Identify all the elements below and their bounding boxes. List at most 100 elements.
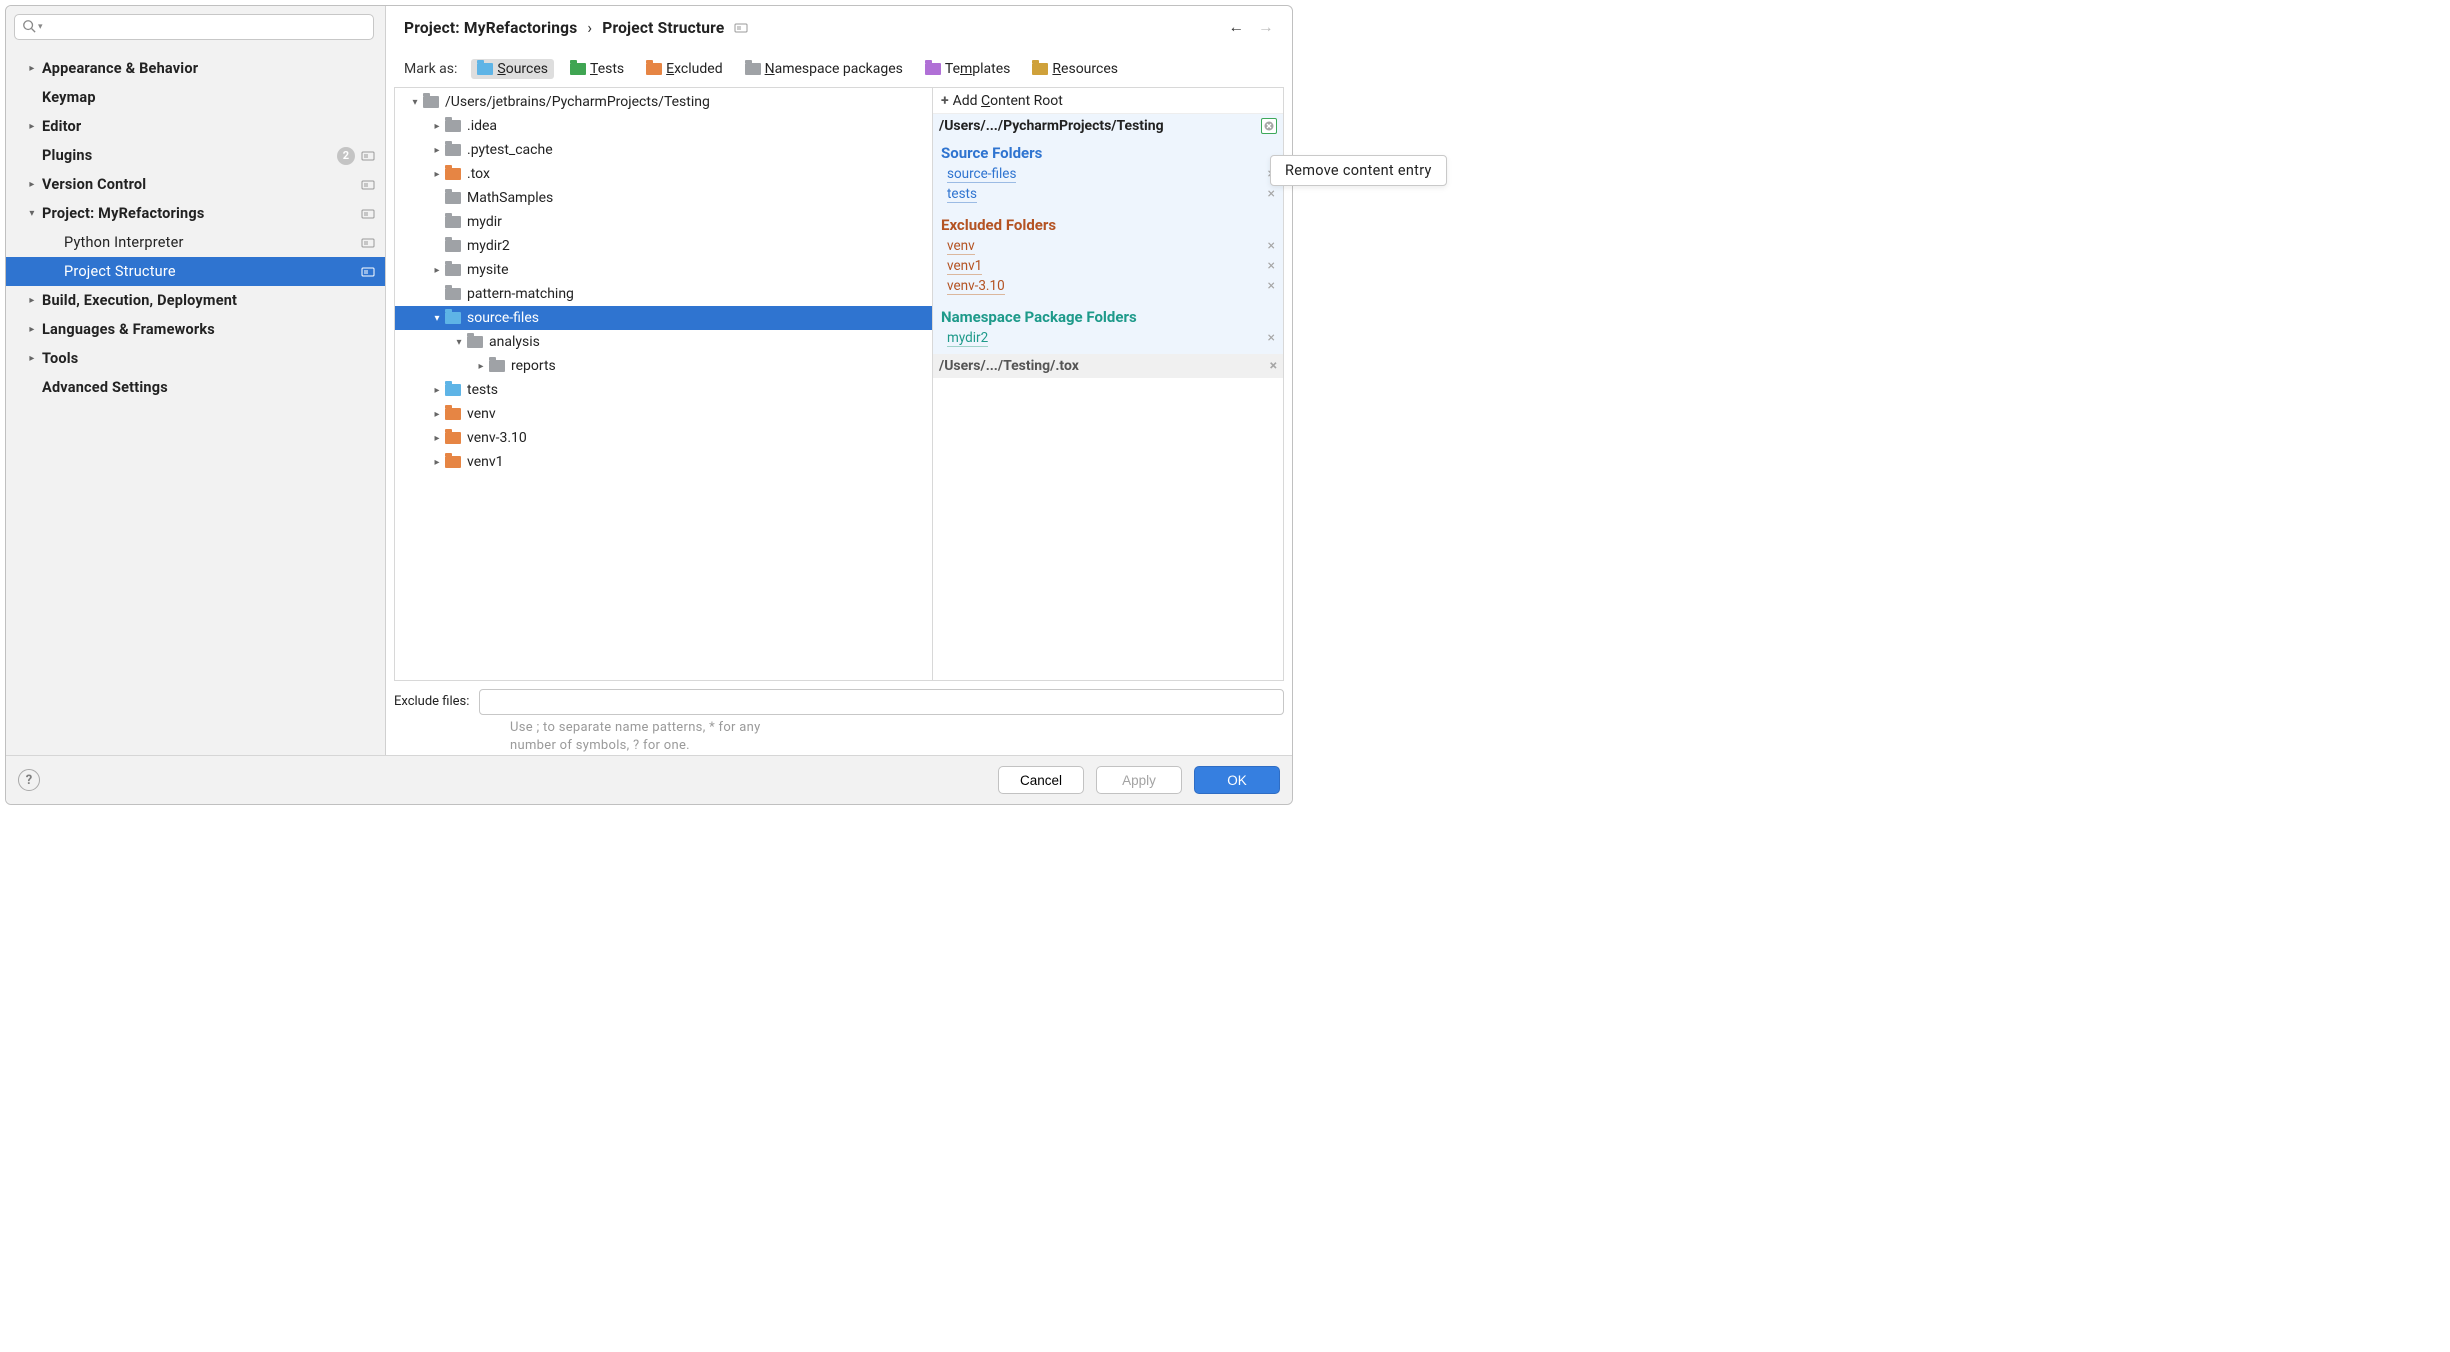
ok-button[interactable]: OK — [1194, 766, 1280, 794]
mark-as-option[interactable]: Tests — [564, 59, 630, 79]
breadcrumb: Project: MyRefactorings › Project Struct… — [386, 6, 1292, 43]
mark-as-option-label: Namespace packages — [765, 61, 903, 77]
mark-as-option[interactable]: Namespace packages — [739, 59, 909, 79]
directory-row[interactable]: ▸venv-3.10 — [395, 426, 932, 450]
remove-content-root-icon[interactable]: × — [1270, 358, 1277, 374]
folders-section-header: Excluded Folders — [933, 212, 1283, 236]
sidebar-item[interactable]: ▾Project: MyRefactorings — [6, 199, 385, 228]
expand-icon[interactable]: ▸ — [429, 409, 445, 420]
settings-dialog: ▾ ▸Appearance & Behavior Keymap ▸EditorPlu… — [5, 5, 1293, 805]
search-input[interactable] — [14, 14, 374, 40]
expand-icon[interactable]: ▸ — [429, 433, 445, 444]
content-root-entry[interactable]: /Users/.../PycharmProjects/Testing — [933, 114, 1283, 138]
remove-content-root-button[interactable] — [1261, 118, 1277, 134]
sidebar-item[interactable]: ▸Editor — [6, 112, 385, 141]
exclude-files-input[interactable] — [479, 689, 1284, 715]
sidebar-item[interactable]: ▸Languages & Frameworks — [6, 315, 385, 344]
expand-icon[interactable]: ▸ — [473, 361, 489, 372]
directory-row[interactable]: ▸ .idea — [395, 114, 932, 138]
sidebar-item[interactable]: ▸Version Control — [6, 170, 385, 199]
directory-row[interactable]: ▸ mysite — [395, 258, 932, 282]
directory-row[interactable]: ▸venv1 — [395, 450, 932, 474]
directory-row[interactable]: mydir — [395, 210, 932, 234]
sidebar-item[interactable]: ▸Build, Execution, Deployment — [6, 286, 385, 315]
sidebar-item[interactable]: Python Interpreter — [6, 228, 385, 257]
remove-folder-icon[interactable]: × — [1268, 186, 1275, 202]
expand-icon[interactable]: ▸ — [429, 385, 445, 396]
expand-icon[interactable]: ▾ — [451, 337, 467, 348]
directory-label: mydir — [467, 214, 502, 230]
folder-entry[interactable]: tests× — [933, 184, 1283, 204]
sidebar-item-label: Project Structure — [64, 263, 361, 280]
folder-icon — [445, 312, 461, 324]
directory-label: mysite — [467, 262, 509, 278]
tooltip: Remove content entry — [1270, 155, 1447, 186]
expand-icon: ▸ — [22, 353, 42, 364]
folder-icon — [445, 216, 461, 228]
expand-icon[interactable]: ▸ — [429, 457, 445, 468]
directory-row[interactable]: mydir2 — [395, 234, 932, 258]
folder-entry[interactable]: venv× — [933, 236, 1283, 256]
directory-row[interactable]: ▾analysis — [395, 330, 932, 354]
expand-icon[interactable]: ▸ — [429, 265, 445, 276]
sidebar-item[interactable]: Advanced Settings — [6, 373, 385, 402]
remove-folder-icon[interactable]: × — [1268, 238, 1275, 254]
directory-label: tests — [467, 382, 498, 398]
mark-as-option[interactable]: Sources — [471, 59, 554, 79]
help-button[interactable]: ? — [18, 769, 40, 791]
mark-as-option[interactable]: Resources — [1026, 59, 1124, 79]
nav-back-icon[interactable]: ← — [1229, 18, 1245, 37]
sidebar-item[interactable]: Keymap — [6, 83, 385, 112]
sidebar-item[interactable]: Project Structure — [6, 257, 385, 286]
sidebar-item-label: Tools — [42, 350, 375, 367]
content-root-path: /Users/.../PycharmProjects/Testing — [939, 118, 1164, 134]
expand-icon[interactable]: ▸ — [429, 145, 445, 156]
folder-entry[interactable]: mydir2× — [933, 328, 1283, 348]
directory-row[interactable]: MathSamples — [395, 186, 932, 210]
add-content-root-label: Add Content Root — [953, 93, 1063, 109]
settings-tree[interactable]: ▸Appearance & Behavior Keymap ▸EditorPlugi… — [6, 48, 385, 755]
directory-row[interactable]: ▸.pytest_cache — [395, 138, 932, 162]
sidebar-item-label: Keymap — [42, 89, 375, 106]
directory-row[interactable]: ▾/Users/jetbrains/PycharmProjects/Testin… — [395, 90, 932, 114]
sidebar-item[interactable]: ▸Tools — [6, 344, 385, 373]
folder-icon — [445, 120, 461, 132]
mark-as-option-label: Excluded — [666, 61, 722, 77]
remove-folder-icon[interactable]: × — [1268, 330, 1275, 346]
expand-icon[interactable]: ▾ — [407, 97, 423, 108]
directory-label: MathSamples — [467, 190, 553, 206]
directory-row[interactable]: ▸reports — [395, 354, 932, 378]
breadcrumb-sep: › — [587, 19, 592, 37]
search-row: ▾ — [6, 6, 385, 48]
directory-tree[interactable]: ▾/Users/jetbrains/PycharmProjects/Testin… — [395, 88, 933, 680]
sidebar-item[interactable]: Plugins2 — [6, 141, 385, 170]
directory-row[interactable]: ▸.tox — [395, 162, 932, 186]
expand-icon[interactable]: ▸ — [429, 169, 445, 180]
directory-label: venv — [467, 406, 496, 422]
expand-icon: ▾ — [22, 208, 42, 219]
remove-folder-icon[interactable]: × — [1268, 258, 1275, 274]
mark-as-option[interactable]: Templates — [919, 59, 1017, 79]
cancel-button[interactable]: Cancel — [998, 766, 1084, 794]
close-icon — [1264, 121, 1274, 131]
directory-label: .idea — [467, 118, 497, 134]
mark-as-option-label: Resources — [1052, 61, 1118, 77]
directory-row[interactable]: ▸ tests — [395, 378, 932, 402]
folder-entry[interactable]: venv1× — [933, 256, 1283, 276]
sidebar-item[interactable]: ▸Appearance & Behavior — [6, 54, 385, 83]
mark-as-option-label: Sources — [497, 61, 548, 77]
add-content-root-button[interactable]: + Add Content Root — [933, 88, 1283, 114]
expand-icon: ▸ — [22, 179, 42, 190]
directory-row[interactable]: ▸ venv — [395, 402, 932, 426]
expand-icon[interactable]: ▾ — [429, 313, 445, 324]
directory-row-selected[interactable]: ▾source-files — [395, 306, 932, 330]
remove-folder-icon[interactable]: × — [1268, 278, 1275, 294]
folder-entry[interactable]: venv-3.10× — [933, 276, 1283, 296]
mark-as-option[interactable]: Excluded — [640, 59, 728, 79]
folders-section-header: Namespace Package Folders — [933, 304, 1283, 328]
directory-row[interactable]: pattern-matching — [395, 282, 932, 306]
folder-entry[interactable]: source-files× — [933, 164, 1283, 184]
search-menu-icon[interactable]: ▾ — [38, 22, 43, 32]
content-root-entry[interactable]: /Users/.../Testing/.tox × — [933, 354, 1283, 378]
expand-icon[interactable]: ▸ — [429, 121, 445, 132]
